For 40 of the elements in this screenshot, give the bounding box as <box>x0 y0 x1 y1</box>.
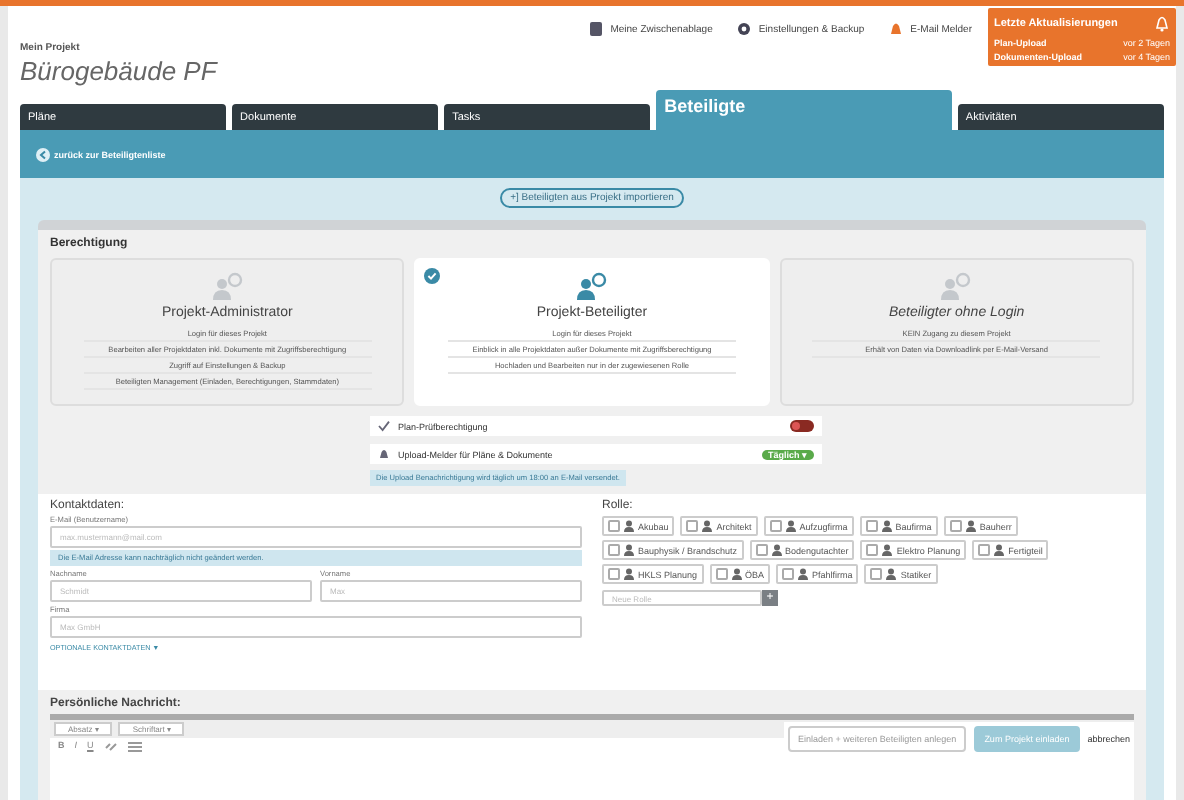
checkbox[interactable] <box>755 544 768 556</box>
checkbox[interactable] <box>608 544 620 556</box>
checkbox[interactable] <box>870 568 883 580</box>
bell-icon <box>378 448 390 460</box>
users-icon <box>575 272 608 300</box>
person-icon <box>798 568 809 580</box>
role-card[interactable] <box>50 258 405 406</box>
checkbox[interactable] <box>866 544 879 556</box>
checkbox[interactable] <box>608 520 620 532</box>
back-arrow-icon <box>36 147 50 161</box>
toggle-switch[interactable] <box>790 420 814 432</box>
project-title: Bürogebäude PF <box>20 56 220 86</box>
person-icon <box>702 520 713 532</box>
checkbox[interactable] <box>769 520 782 532</box>
users-icon <box>211 272 244 300</box>
checkbox[interactable] <box>782 568 795 580</box>
bell-icon <box>888 20 905 38</box>
person-icon <box>886 568 897 580</box>
person-icon <box>785 520 796 532</box>
checkbox[interactable] <box>978 544 991 556</box>
check-icon <box>424 268 441 284</box>
checkbox[interactable] <box>949 520 962 532</box>
checkbox[interactable] <box>865 520 878 532</box>
bell-icon <box>1154 14 1170 32</box>
person-icon <box>624 568 634 580</box>
person-icon <box>771 544 782 556</box>
check-mark-icon <box>378 420 390 432</box>
person-icon <box>882 544 893 556</box>
person-icon <box>624 544 634 556</box>
checkbox[interactable] <box>608 568 620 580</box>
person-icon <box>624 520 634 532</box>
checkbox[interactable] <box>686 520 699 532</box>
checkbox[interactable] <box>715 568 728 580</box>
person-icon <box>994 544 1005 556</box>
settings-icon <box>736 20 753 38</box>
person-icon <box>965 520 976 532</box>
users-icon <box>940 272 973 300</box>
list-icon <box>127 740 142 752</box>
person-icon <box>731 568 742 580</box>
person-icon <box>881 520 892 532</box>
